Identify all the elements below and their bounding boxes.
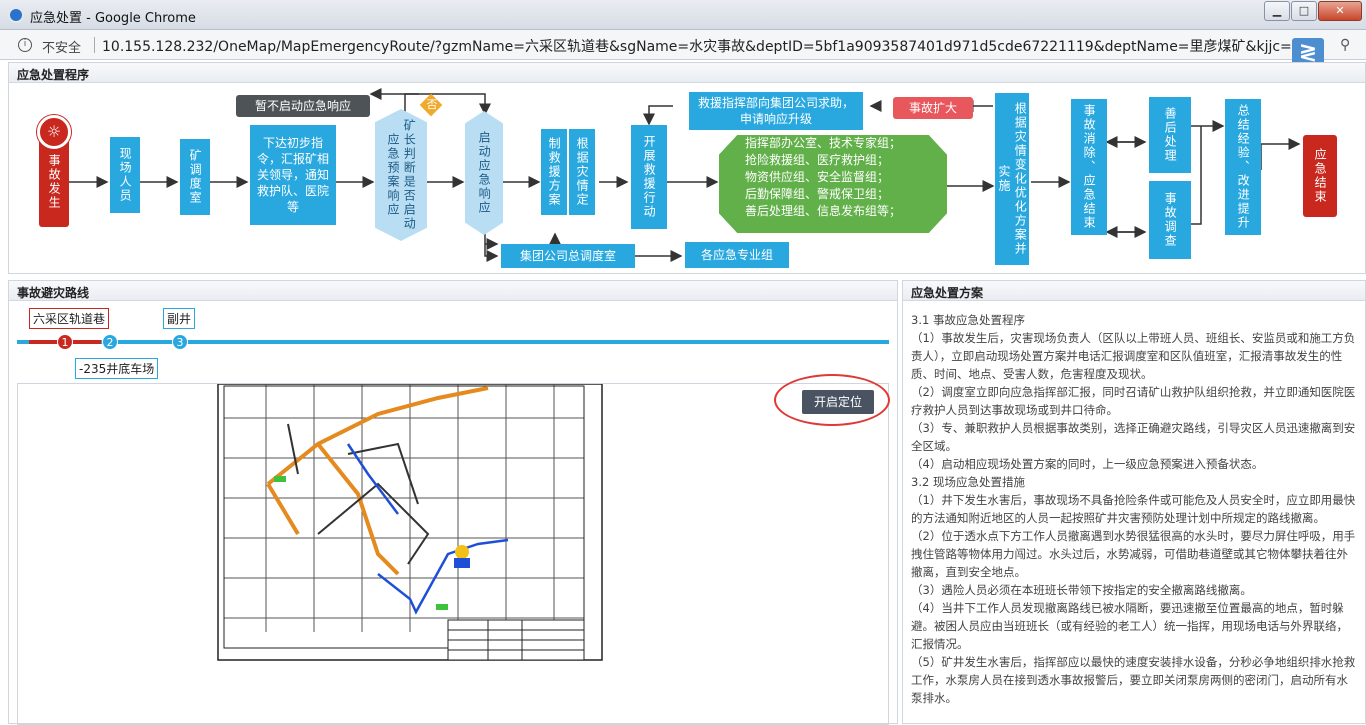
eliminated-box[interactable]: 事故消除、应急结束 (1071, 99, 1107, 235)
plan-paragraph: （2）位于透水点下方工作人员撤离遇到水势很猛很高的水头时，要尽力屏住呼吸，用手拽… (911, 529, 1356, 579)
plan-paragraph: （1）井下发生水害后，事故现场不具备抢险条件或可能危及人员安全时，应立即用最快的… (911, 493, 1356, 525)
close-button[interactable]: ✕ (1318, 1, 1362, 21)
site-staff-box[interactable]: 现场人员 (110, 137, 140, 213)
start-response-label: 启动应急响应 (477, 131, 492, 215)
group-line: 善后处理组、信息发布组等； (745, 204, 902, 218)
process-header: 应急处置程序 (9, 63, 1365, 83)
incident-label: 事故发生 (47, 154, 62, 210)
aftermath-box[interactable]: 善后处理 (1149, 97, 1191, 173)
escalation-label: 事故扩大 (908, 100, 957, 115)
plan-paragraph: （5）矿井发生水害后，指挥部应以最快的速度安装排水设备，分秒必争地组织排水抢救工… (911, 655, 1356, 705)
ask-upgrade-label: 救援指挥部向集团公司求助，申请响应升级 (697, 95, 854, 126)
make-plan-box[interactable]: 制救援方案 (541, 129, 567, 215)
deploy-rescue-label: 开展救援行动 (642, 135, 657, 219)
pro-teams-label: 各应急专业组 (700, 247, 773, 262)
plan-content: 3.1 事故应急处置程序 （1）事故发生后，灾害现场负责人（区队以上带班人员、班… (903, 301, 1365, 707)
window-titlebar: 应急处置 - Google Chrome ▁ □ ✕ (0, 0, 1366, 30)
plan-paragraph: （1）事故发生后，灾害现场负责人（区队以上带班人员、班组长、安监员或和施工方负责… (911, 331, 1356, 381)
mine-judge-label: 矿长判断是否启动应急预案响应 (386, 119, 417, 231)
process-panel: 应急处置程序 事故发生 ☼ 现场人员 矿调度室 下达初步指令，汇报矿相关领导，通… (8, 62, 1366, 274)
plan-paragraph: （4）启动相应现场处置方案的同时，上一级应急预案进入预备状态。 (911, 457, 1264, 471)
security-label[interactable]: 不安全 (42, 37, 81, 56)
divider (94, 37, 95, 53)
group-dispatch-label: 集团公司总调度室 (519, 248, 616, 263)
summary-label: 总结经验、改进提升 (1236, 104, 1251, 230)
plan-paragraph: 3.1 事故应急处置程序 (911, 313, 1025, 327)
alarm-icon: ☼ (37, 115, 71, 149)
initial-orders-box[interactable]: 下达初步指令，汇报矿相关领导，通知救护队、医院等 (250, 125, 336, 225)
mine-map[interactable] (17, 383, 889, 725)
dispatch-room-label: 矿调度室 (188, 149, 203, 205)
stop-node-1[interactable]: 1 (57, 334, 73, 350)
incident-box[interactable]: 事故发生 (39, 137, 69, 227)
group-line: 物资供应组、安全监督组； (745, 170, 890, 184)
address-bar[interactable]: i 不安全 10.155.128.232/OneMap/MapEmergency… (0, 30, 1366, 60)
adjust-plan-label: 根据灾情变化优化方案并实施 (997, 102, 1028, 256)
stop-node-3[interactable]: 3 (172, 334, 188, 350)
plan-header: 应急处置方案 (903, 281, 1365, 301)
group-line: 抢险救援组、医疗救护组； (745, 153, 890, 167)
plan-panel: 应急处置方案 3.1 事故应急处置程序 （1）事故发生后，灾害现场负责人（区队以… (902, 280, 1366, 724)
worker-icon (455, 545, 469, 559)
stop-label-3[interactable]: 副井 (163, 308, 196, 329)
adjust-plan-box[interactable]: 根据灾情变化优化方案并实施 (995, 93, 1029, 265)
no-response-box[interactable]: 暂不启动应急响应 (236, 95, 370, 117)
no-label: 否 (426, 98, 438, 111)
minimize-button[interactable]: ▁ (1264, 1, 1290, 21)
window-title: 应急处置 - Google Chrome (30, 11, 196, 26)
investigation-box[interactable]: 事故调查 (1149, 181, 1191, 259)
stop-label-1[interactable]: 六采区轨道巷 (29, 308, 110, 329)
stop-node-2[interactable]: 2 (102, 334, 118, 350)
eliminated-label: 事故消除、应急结束 (1082, 104, 1097, 230)
url-text[interactable]: 10.155.128.232/OneMap/MapEmergencyRoute/… (102, 36, 1315, 56)
plan-paragraph: （4）当井下工作人员发现撤离路线已被水隔断，要迅速撤至位置最高的地点，暂时躲避。… (911, 601, 1348, 651)
search-icon[interactable]: ⚲ (1340, 37, 1350, 53)
mine-map-drawing (217, 384, 603, 661)
route-panel: 事故避灾路线 六采区轨道巷 1 2 -235井底车场 副井 3 (8, 280, 898, 725)
ask-upgrade-box[interactable]: 救援指挥部向集团公司求助，申请响应升级 (689, 92, 863, 130)
aftermath-label: 善后处理 (1163, 107, 1178, 163)
deploy-rescue-box[interactable]: 开展救援行动 (631, 125, 667, 229)
group-line: 指挥部办公室、技术专家组； (745, 136, 902, 150)
route-header: 事故避灾路线 (9, 281, 897, 301)
initial-orders-label: 下达初步指令，汇报矿相关领导，通知救护队、医院等 (256, 135, 329, 215)
plan-paragraph: （3）遇险人员必须在本班班长带领下按指定的安全撤离路线撤离。 (911, 583, 1252, 597)
group-dispatch-box[interactable]: 集团公司总调度室 (501, 244, 635, 268)
end-label: 应急结束 (1313, 148, 1328, 204)
dispatch-room-box[interactable]: 矿调度室 (180, 139, 210, 215)
pro-teams-box[interactable]: 各应急专业组 (685, 242, 789, 268)
route-line (17, 340, 889, 344)
no-response-label: 暂不启动应急响应 (254, 98, 351, 113)
maximize-button[interactable]: □ (1291, 1, 1317, 21)
summary-box[interactable]: 总结经验、改进提升 (1225, 99, 1261, 235)
end-box[interactable]: 应急结束 (1303, 135, 1337, 217)
make-plan-label: 制救援方案 (547, 137, 562, 207)
info-icon[interactable]: i (18, 38, 32, 52)
plan-paragraph: （2）调度室立即向应急指挥部汇报，同时召请矿山救护队组织抢救，并立即通知医院医疗… (911, 385, 1356, 417)
plan-paragraph: 3.2 现场应急处置措施 (911, 475, 1025, 489)
chrome-icon (8, 7, 24, 23)
group-line: 后勤保障组、警戒保卫组； (745, 187, 890, 201)
start-response-box[interactable]: 启动应急响应 (465, 111, 503, 235)
investigation-label: 事故调查 (1163, 192, 1178, 248)
escalation-box[interactable]: 事故扩大 (893, 97, 973, 119)
by-disaster-box[interactable]: 根据灾情定 (569, 129, 595, 215)
stop-label-2[interactable]: -235井底车场 (75, 358, 159, 379)
plan-paragraph: （3）专、兼职救护人员根据事故类别，选择正确避灾路线，引导灾区人员迅速撤离到安全… (911, 421, 1356, 453)
locate-button[interactable]: 开启定位 (802, 390, 874, 414)
by-disaster-label: 根据灾情定 (575, 137, 590, 207)
mine-judge-box[interactable]: 矿长判断是否启动应急预案响应 (375, 109, 427, 241)
groups-box[interactable]: 指挥部办公室、技术专家组； 抢险救援组、医疗救护组； 物资供应组、安全监督组； … (719, 135, 947, 233)
site-staff-label: 现场人员 (118, 147, 133, 203)
